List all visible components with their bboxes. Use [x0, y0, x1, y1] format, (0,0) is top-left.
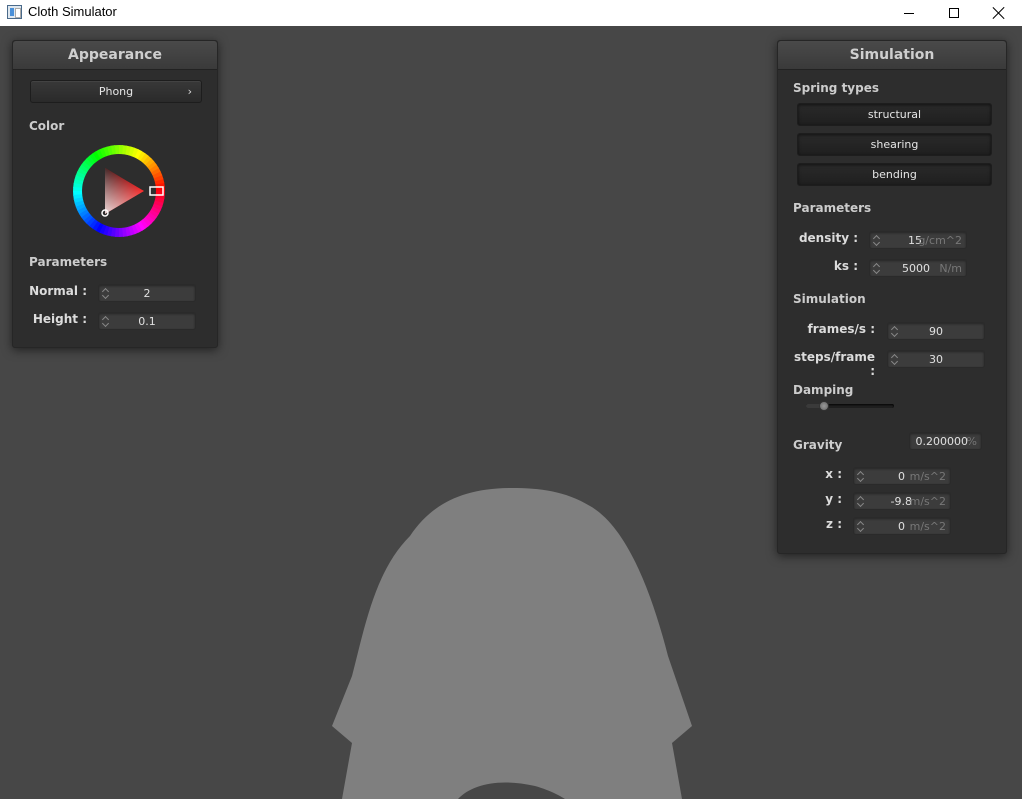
frames-value: 90	[929, 325, 943, 338]
gravity-y-input[interactable]: -9.8 m/s^2	[853, 492, 951, 510]
title-bar: Cloth Simulator	[0, 0, 1022, 26]
density-label: density :	[798, 231, 858, 245]
gravity-x-value: 0	[898, 470, 905, 483]
sim-parameters-label: Parameters	[793, 201, 872, 215]
maximize-button[interactable]	[931, 0, 977, 26]
shader-select-button[interactable]: Phong ›	[30, 80, 202, 103]
ks-input[interactable]: 5000 N/m	[869, 259, 967, 277]
spinner-icon[interactable]	[874, 234, 880, 246]
spinner-icon[interactable]	[858, 495, 864, 507]
gravity-y-label: y :	[825, 492, 842, 506]
gravity-z-label: z :	[826, 517, 842, 531]
color-label: Color	[29, 119, 65, 133]
chevron-right-icon: ›	[187, 85, 192, 98]
window-title: Cloth Simulator	[28, 4, 117, 19]
bending-toggle[interactable]: bending	[797, 163, 992, 186]
density-input[interactable]: 15 g/cm^2	[869, 231, 967, 249]
appearance-parameters-label: Parameters	[29, 255, 108, 269]
gravity-z-value: 0	[898, 520, 905, 533]
structural-toggle[interactable]: structural	[797, 103, 992, 126]
gravity-label: Gravity	[793, 438, 843, 452]
minimize-icon	[904, 12, 914, 14]
simulation-section-label: Simulation	[793, 292, 866, 306]
damping-slider[interactable]	[806, 401, 894, 411]
damping-value: 0.200000	[915, 435, 969, 448]
gravity-y-unit: m/s^2	[909, 495, 946, 508]
close-button[interactable]	[976, 0, 1022, 26]
damping-label: Damping	[793, 383, 854, 397]
spinner-icon[interactable]	[858, 520, 864, 532]
ks-label: ks :	[833, 259, 858, 273]
gravity-x-input[interactable]: 0 m/s^2	[853, 467, 951, 485]
gravity-z-input[interactable]: 0 m/s^2	[853, 517, 951, 535]
gravity-x-unit: m/s^2	[909, 470, 946, 483]
damping-slider-handle[interactable]	[818, 401, 829, 411]
height-input[interactable]: 0.1	[98, 312, 196, 330]
spring-types-label: Spring types	[793, 81, 880, 95]
shader-select-label: Phong	[98, 85, 134, 98]
shearing-toggle[interactable]: shearing	[797, 133, 992, 156]
minimize-button[interactable]	[886, 0, 932, 26]
frames-input[interactable]: 90	[887, 322, 985, 340]
height-value: 0.1	[138, 315, 156, 328]
steps-label: steps/frame :	[793, 350, 875, 378]
normal-input[interactable]: 2	[98, 284, 196, 302]
ks-unit: N/m	[939, 262, 962, 275]
close-icon	[993, 7, 1005, 19]
steps-input[interactable]: 30	[887, 350, 985, 368]
damping-unit: %	[966, 435, 977, 448]
appearance-panel: Appearance Phong › Color Parameters Norm…	[12, 40, 218, 348]
gravity-z-unit: m/s^2	[909, 520, 946, 533]
color-wheel[interactable]	[72, 144, 166, 238]
density-unit: g/cm^2	[918, 234, 962, 247]
steps-value: 30	[929, 353, 943, 366]
damping-input[interactable]: 0.200000 %	[909, 432, 982, 450]
ks-value: 5000	[902, 262, 930, 275]
height-label: Height :	[32, 312, 87, 326]
spinner-icon[interactable]	[858, 470, 864, 482]
gravity-x-label: x :	[825, 467, 842, 481]
spinner-icon[interactable]	[874, 262, 880, 274]
normal-label: Normal :	[29, 284, 87, 298]
maximize-icon	[949, 8, 959, 18]
render-viewport[interactable]: Appearance Phong › Color Parameters Norm…	[0, 26, 1022, 799]
simulation-panel: Simulation Spring types structural shear…	[777, 40, 1007, 554]
appearance-panel-title: Appearance	[13, 41, 217, 70]
frames-label: frames/s :	[807, 322, 875, 336]
app-icon	[7, 5, 22, 19]
normal-value: 2	[143, 287, 151, 300]
simulation-panel-title: Simulation	[778, 41, 1006, 70]
